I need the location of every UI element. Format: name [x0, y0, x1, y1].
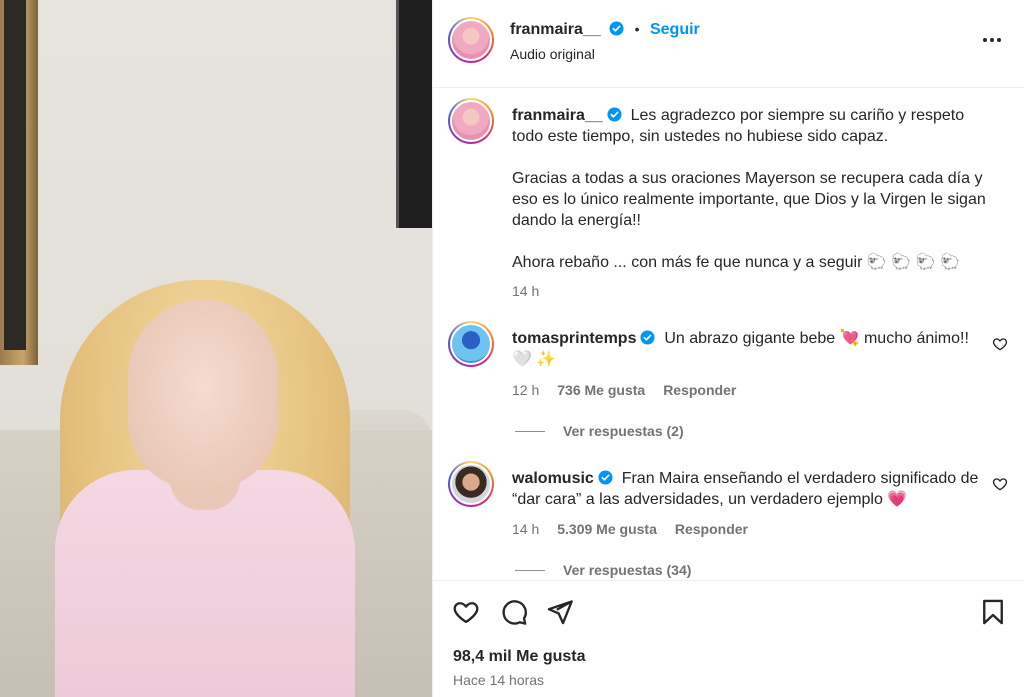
- reply-button[interactable]: Responder: [663, 382, 736, 398]
- share-icon[interactable]: [546, 598, 574, 626]
- caption-time[interactable]: 14 h: [512, 283, 539, 299]
- post-header: franmaira__ • Seguir Audio original: [433, 0, 1024, 88]
- caption-username[interactable]: franmaira__: [512, 107, 603, 124]
- comment-meta: 14 h 5.309 Me gusta Responder: [512, 521, 748, 537]
- comment-time[interactable]: 14 h: [512, 521, 539, 537]
- author-avatar[interactable]: [448, 17, 494, 63]
- separator: •: [634, 21, 640, 37]
- comments-list[interactable]: franmaira__ Les agradezco por siempre su…: [433, 89, 1024, 579]
- comment-like-heart-icon[interactable]: [992, 476, 1008, 492]
- reply-button[interactable]: Responder: [675, 521, 748, 537]
- view-replies-line: [515, 569, 545, 571]
- heart-icon[interactable]: [452, 598, 480, 626]
- action-bar: 98,4 mil Me gusta Hace 14 horas: [433, 580, 1024, 697]
- commenter-avatar[interactable]: [448, 461, 494, 507]
- verified-badge-icon: [609, 21, 624, 36]
- comment-body: walomusic Fran Maira enseñando el verdad…: [512, 468, 992, 510]
- comment-likes[interactable]: 736 Me gusta: [557, 382, 645, 398]
- caption-paragraph-3: Ahora rebaño ... con más fe que nunca y …: [512, 254, 960, 271]
- view-replies-label: Ver respuestas (2): [563, 423, 684, 439]
- view-replies-label: Ver respuestas (34): [563, 562, 692, 578]
- caption-body: franmaira__ Les agradezco por siempre su…: [512, 105, 992, 294]
- commenter-username[interactable]: tomasprintemps: [512, 330, 636, 347]
- follow-button[interactable]: Seguir: [650, 21, 700, 38]
- verified-badge-icon: [598, 470, 613, 485]
- view-replies-button[interactable]: Ver respuestas (34): [515, 562, 691, 578]
- author-username[interactable]: franmaira__: [510, 21, 601, 38]
- caption-avatar[interactable]: [448, 98, 494, 144]
- post-timestamp[interactable]: Hace 14 horas: [453, 672, 544, 688]
- comment-body: tomasprintemps Un abrazo gigante bebe 💘 …: [512, 328, 992, 370]
- view-replies-line: [515, 430, 545, 432]
- comment-meta: 12 h 736 Me gusta Responder: [512, 382, 736, 398]
- post-panel: franmaira__ • Seguir Audio original fran…: [432, 0, 1024, 697]
- comment-time[interactable]: 12 h: [512, 382, 539, 398]
- caption-paragraph-2: Gracias a todas a sus oraciones Mayerson…: [512, 170, 986, 229]
- verified-badge-icon: [640, 330, 655, 345]
- caption-meta: 14 h: [512, 283, 539, 299]
- wall-frame-left: [0, 0, 38, 365]
- verified-badge-icon: [607, 107, 622, 122]
- comment-icon[interactable]: [500, 598, 528, 626]
- view-replies-button[interactable]: Ver respuestas (2): [515, 423, 684, 439]
- bookmark-icon[interactable]: [979, 598, 1007, 626]
- author-line: franmaira__ • Seguir: [510, 21, 700, 39]
- person-face: [128, 300, 278, 490]
- commenter-avatar[interactable]: [448, 321, 494, 367]
- comment-likes[interactable]: 5.309 Me gusta: [557, 521, 657, 537]
- more-options-icon[interactable]: [980, 30, 1004, 50]
- audio-label[interactable]: Audio original: [510, 46, 595, 62]
- comment-like-heart-icon[interactable]: [992, 336, 1008, 352]
- wall-frame-right: [396, 0, 432, 228]
- post-likes-count[interactable]: 98,4 mil Me gusta: [453, 648, 586, 666]
- commenter-username[interactable]: walomusic: [512, 470, 594, 487]
- video-player[interactable]: [0, 0, 432, 697]
